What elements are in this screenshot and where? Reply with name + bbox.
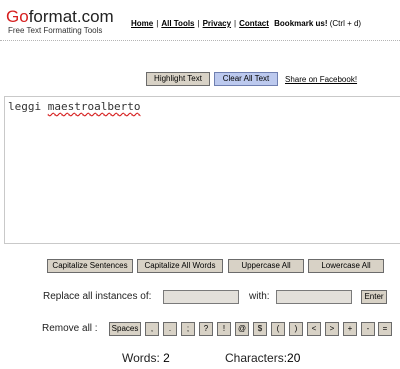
share-facebook-link[interactable]: Share on Facebook! <box>285 75 357 84</box>
text-editor[interactable]: leggi maestroalberto <box>4 96 400 244</box>
remove-at-button[interactable]: @ <box>235 322 249 336</box>
bookmark-hint: (Ctrl + d) <box>329 19 362 28</box>
nav-privacy-link[interactable]: Privacy <box>203 19 231 28</box>
remove-less-than-button[interactable]: < <box>307 322 321 336</box>
remove-period-button[interactable]: . <box>163 322 177 336</box>
remove-greater-than-button[interactable]: > <box>325 322 339 336</box>
capitalize-all-words-button[interactable]: Capitalize All Words <box>137 259 223 273</box>
top-navigation: Home | All Tools | Privacy | Contact Bookmark … <box>131 19 361 28</box>
remove-exclamation-button[interactable]: ! <box>217 322 231 336</box>
logo-go: Go <box>6 7 29 26</box>
remove-question-button[interactable]: ? <box>199 322 213 336</box>
remove-equals-button[interactable]: = <box>378 322 392 336</box>
replace-with-label: with: <box>249 291 270 302</box>
remove-label: Remove all : <box>42 323 98 334</box>
character-count-value: 20 <box>287 351 301 365</box>
uppercase-all-button[interactable]: Uppercase All <box>228 259 304 273</box>
character-count-label: Characters: <box>225 351 288 365</box>
remove-dollar-button[interactable]: $ <box>253 322 267 336</box>
nav-separator: | <box>234 19 237 28</box>
capitalize-sentences-button[interactable]: Capitalize Sentences <box>47 259 133 273</box>
bookmark-label: Bookmark us! <box>274 19 328 28</box>
character-count: Characters:20 <box>225 351 300 365</box>
word-count: Words: 2 <box>122 351 170 365</box>
header-divider <box>0 40 400 41</box>
remove-semicolon-button[interactable]: ; <box>181 322 195 336</box>
word-count-value: 2 <box>163 351 170 365</box>
remove-open-paren-button[interactable]: ( <box>271 322 285 336</box>
editor-word-misspelled: maestroalberto <box>47 100 141 113</box>
replace-find-input[interactable] <box>163 290 239 304</box>
nav-separator: | <box>197 19 200 28</box>
remove-plus-button[interactable]: + <box>343 322 357 336</box>
site-logo[interactable]: Goformat.com <box>6 8 114 26</box>
remove-comma-button[interactable]: , <box>145 322 159 336</box>
replace-with-input[interactable] <box>276 290 352 304</box>
highlight-text-button[interactable]: Highlight Text <box>146 72 210 86</box>
nav-home-link[interactable]: Home <box>131 19 153 28</box>
nav-contact-link[interactable]: Contact <box>239 19 269 28</box>
remove-close-paren-button[interactable]: ) <box>289 322 303 336</box>
remove-spaces-button[interactable]: Spaces <box>109 322 141 336</box>
remove-minus-button[interactable]: - <box>361 322 375 336</box>
editor-word: leggi <box>8 100 42 113</box>
replace-enter-button[interactable]: Enter <box>361 290 387 304</box>
replace-label: Replace all instances of: <box>43 291 152 302</box>
nav-all-tools-link[interactable]: All Tools <box>161 19 194 28</box>
lowercase-all-button[interactable]: Lowercase All <box>308 259 384 273</box>
logo-format: format.com <box>28 7 114 26</box>
word-count-label: Words: <box>122 351 160 365</box>
site-tagline: Free Text Formatting Tools <box>8 26 103 35</box>
clear-all-text-button[interactable]: Clear All Text <box>214 72 278 86</box>
nav-separator: | <box>156 19 159 28</box>
